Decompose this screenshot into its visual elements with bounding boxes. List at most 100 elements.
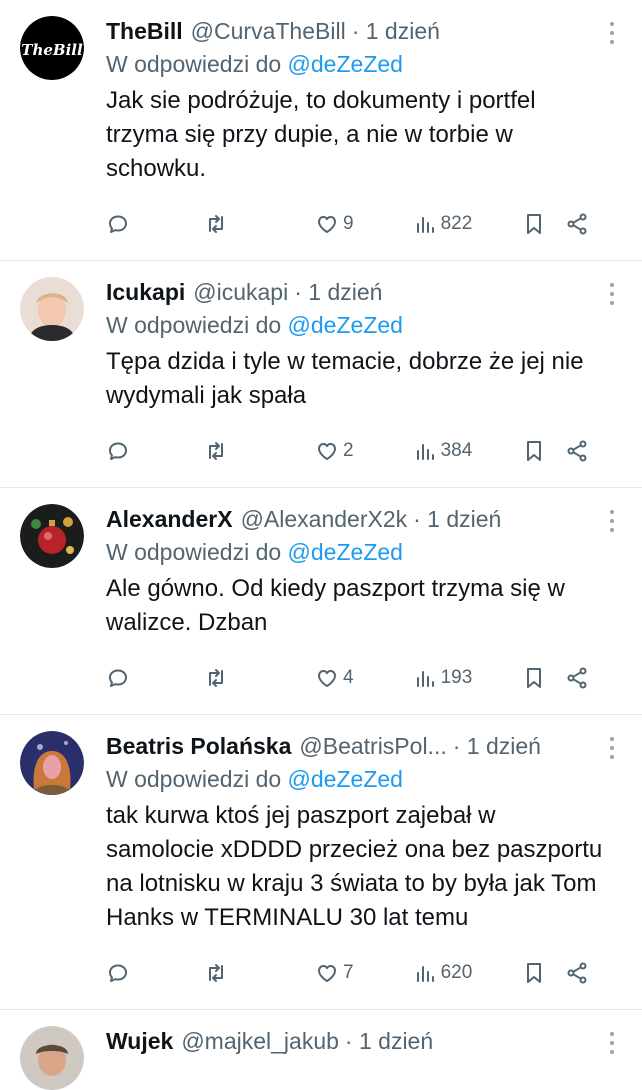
heart-icon — [317, 443, 336, 460]
retweet-icon — [208, 669, 223, 687]
heart-icon — [317, 216, 336, 233]
bookmark-button[interactable] — [522, 439, 565, 463]
share-icon — [567, 213, 587, 235]
views-button[interactable]: 822 — [413, 212, 522, 236]
bookmark-icon — [526, 214, 541, 234]
like-count: 4 — [342, 667, 354, 688]
handle[interactable]: @CurvaTheBill — [191, 16, 346, 46]
tweet[interactable]: Beatris Polańska @BeatrisPol... · 1 dzie… — [0, 715, 642, 1010]
reply-prefix: W odpowiedzi do — [106, 51, 282, 77]
reply-context: W odpowiedzi do @deZeZed — [106, 309, 604, 341]
more-options-icon[interactable] — [610, 737, 616, 764]
retweet-button[interactable] — [204, 439, 315, 463]
reply-icon — [109, 215, 127, 233]
views-icon — [416, 217, 434, 233]
tweet[interactable]: Icukapi @icukapi · 1 dzień W odpowiedzi … — [0, 261, 642, 488]
views-icon — [416, 444, 434, 460]
retweet-icon — [208, 442, 223, 460]
retweet-button[interactable] — [204, 666, 315, 690]
share-button[interactable] — [565, 666, 604, 690]
views-button[interactable]: 193 — [413, 666, 522, 690]
reply-context: W odpowiedzi do @deZeZed — [106, 536, 604, 568]
share-icon — [567, 962, 587, 984]
heart-icon — [317, 670, 336, 687]
avatar[interactable] — [20, 731, 84, 795]
avatar[interactable] — [20, 504, 84, 568]
handle[interactable]: @majkel_jakub — [181, 1026, 339, 1056]
like-button[interactable]: 2 — [315, 439, 413, 463]
bookmark-button[interactable] — [522, 666, 565, 690]
tweet-text: Ale gówno. Od kiedy paszport trzyma się … — [106, 575, 565, 636]
reply-prefix: W odpowiedzi do — [106, 539, 282, 565]
view-count: 384 — [440, 440, 473, 461]
retweet-icon — [208, 215, 223, 233]
share-button[interactable] — [565, 212, 604, 236]
like-button[interactable]: 4 — [315, 666, 413, 690]
more-options-icon[interactable] — [610, 510, 616, 537]
view-count: 620 — [440, 962, 473, 983]
reply-button[interactable] — [106, 439, 204, 463]
handle[interactable]: @BeatrisPol... — [299, 731, 446, 761]
like-count: 7 — [342, 962, 354, 983]
svg-text:TheBill: TheBill — [21, 41, 83, 59]
display-name[interactable]: Beatris Polańska — [106, 731, 291, 761]
share-button[interactable] — [565, 961, 604, 985]
bookmark-button[interactable] — [522, 961, 565, 985]
like-button[interactable]: 7 — [315, 961, 413, 985]
view-count: 822 — [440, 213, 473, 234]
handle[interactable]: @icukapi — [193, 277, 288, 307]
tweet-text: tak kurwa ktoś jej paszport zajebał w sa… — [106, 802, 603, 931]
bookmark-icon — [526, 441, 541, 461]
reply-context: W odpowiedzi do @deZeZed — [106, 48, 604, 80]
bookmark-icon — [526, 963, 541, 983]
more-options-icon[interactable] — [610, 1032, 616, 1059]
action-bar: 2 384 — [106, 431, 604, 471]
more-options-icon[interactable] — [610, 283, 616, 310]
display-name[interactable]: TheBill — [106, 16, 183, 46]
views-button[interactable]: 620 — [413, 961, 522, 985]
mention-link[interactable]: @deZeZed — [288, 539, 403, 565]
timestamp[interactable]: · 1 dzień — [345, 1026, 433, 1056]
reply-icon — [109, 964, 127, 982]
views-button[interactable]: 384 — [413, 439, 522, 463]
reply-prefix: W odpowiedzi do — [106, 312, 282, 338]
tweet[interactable]: TheBill TheBill @CurvaTheBill · 1 dzień … — [0, 0, 642, 261]
retweet-icon — [208, 964, 223, 982]
tweet[interactable]: Wujek @majkel_jakub · 1 dzień — [0, 1010, 642, 1090]
share-icon — [567, 667, 587, 689]
timestamp[interactable]: · 1 dzień — [453, 731, 541, 761]
retweet-button[interactable] — [204, 961, 315, 985]
timestamp[interactable]: · 1 dzień — [352, 16, 440, 46]
action-bar: 7 620 — [106, 953, 604, 993]
tweet-text: Jak sie podróżuje, to dokumenty i portfe… — [106, 87, 536, 182]
display-name[interactable]: Wujek — [106, 1026, 173, 1056]
action-bar: 4 193 — [106, 658, 604, 698]
like-count: 2 — [342, 440, 354, 461]
avatar[interactable]: TheBill — [20, 16, 84, 80]
reply-icon — [109, 442, 127, 460]
reply-button[interactable] — [106, 961, 204, 985]
replies-feed: TheBill TheBill @CurvaTheBill · 1 dzień … — [0, 0, 642, 1090]
mention-link[interactable]: @deZeZed — [288, 312, 403, 338]
tweet[interactable]: AlexanderX @AlexanderX2k · 1 dzień W odp… — [0, 488, 642, 715]
share-button[interactable] — [565, 439, 604, 463]
display-name[interactable]: Icukapi — [106, 277, 185, 307]
like-button[interactable]: 9 — [315, 212, 413, 236]
timestamp[interactable]: · 1 dzień — [294, 277, 382, 307]
reply-context: W odpowiedzi do @deZeZed — [106, 763, 604, 795]
more-options-icon[interactable] — [610, 22, 616, 49]
handle[interactable]: @AlexanderX2k — [241, 504, 408, 534]
bookmark-button[interactable] — [522, 212, 565, 236]
timestamp[interactable]: · 1 dzień — [413, 504, 501, 534]
retweet-button[interactable] — [204, 212, 315, 236]
mention-link[interactable]: @deZeZed — [288, 51, 403, 77]
reply-icon — [109, 669, 127, 687]
view-count: 193 — [440, 667, 473, 688]
mention-link[interactable]: @deZeZed — [288, 766, 403, 792]
avatar[interactable] — [20, 277, 84, 341]
share-icon — [567, 440, 587, 462]
reply-button[interactable] — [106, 212, 204, 236]
avatar[interactable] — [20, 1026, 84, 1090]
display-name[interactable]: AlexanderX — [106, 504, 233, 534]
reply-button[interactable] — [106, 666, 204, 690]
